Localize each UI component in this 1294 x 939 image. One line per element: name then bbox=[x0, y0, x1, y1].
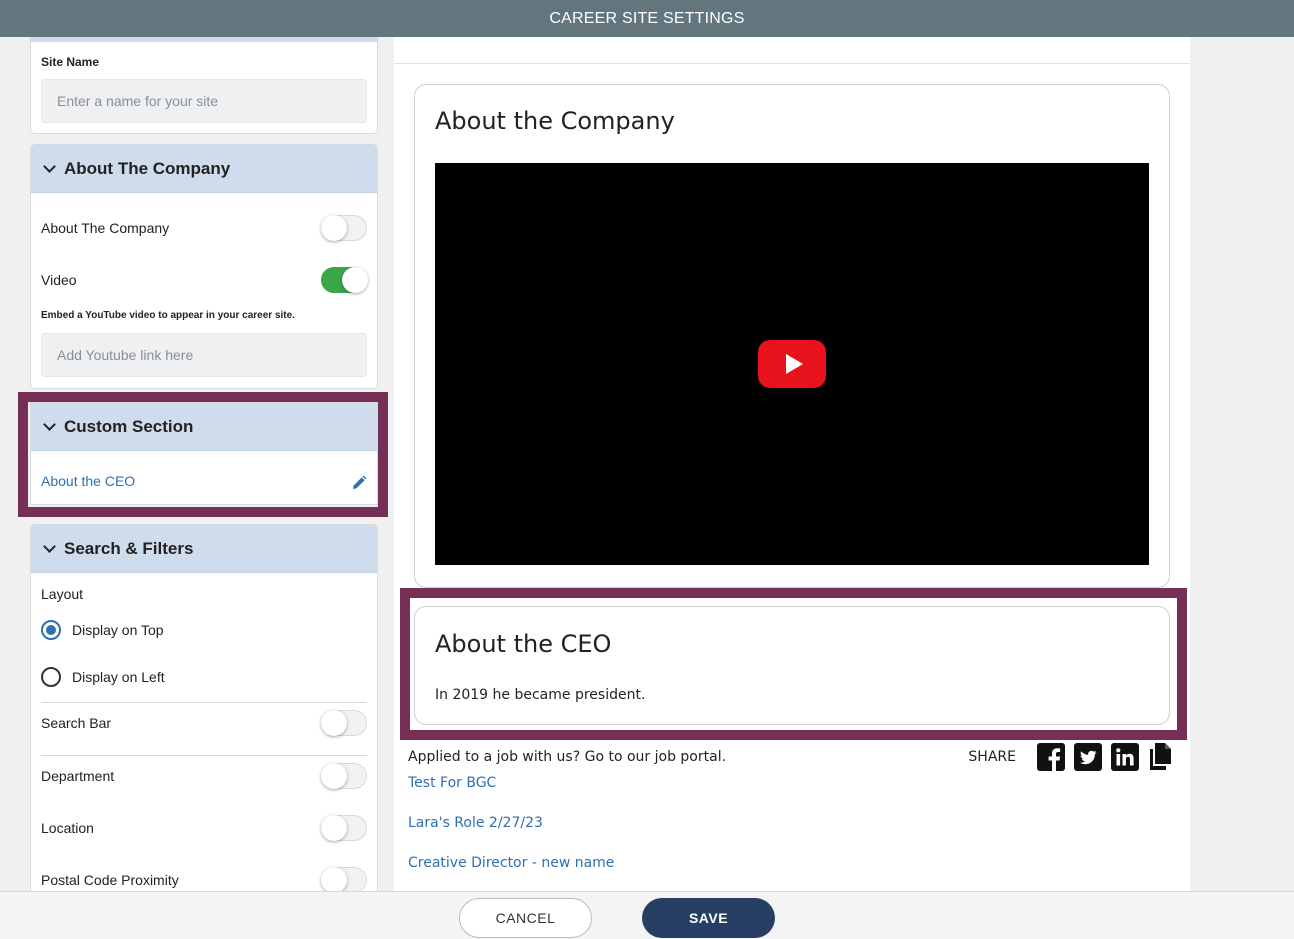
department-row: Department bbox=[41, 761, 367, 791]
about-company-toggle-label: About The Company bbox=[41, 220, 170, 236]
chevron-down-icon bbox=[43, 417, 56, 431]
radio-unselected-icon[interactable] bbox=[41, 667, 61, 687]
facebook-icon[interactable] bbox=[1037, 743, 1065, 771]
job-link-1[interactable]: Test For BGC bbox=[408, 775, 496, 791]
toggle-knob bbox=[321, 867, 347, 891]
radio-display-left[interactable]: Display on Left bbox=[41, 667, 165, 687]
postal-code-row: Postal Code Proximity bbox=[41, 865, 367, 891]
video-hint: Embed a YouTube video to appear in your … bbox=[41, 310, 295, 321]
video-player[interactable] bbox=[435, 163, 1149, 565]
play-triangle bbox=[785, 354, 803, 374]
about-company-toggle-row: About The Company bbox=[41, 213, 367, 243]
postal-code-label: Postal Code Proximity bbox=[41, 872, 179, 888]
chevron-down-icon bbox=[43, 539, 56, 553]
custom-section-header[interactable]: Custom Section bbox=[31, 403, 377, 451]
search-filters-header[interactable]: Search & Filters bbox=[31, 525, 377, 573]
video-toggle[interactable] bbox=[321, 267, 368, 293]
about-company-heading: About The Company bbox=[64, 158, 231, 178]
custom-section-item-link[interactable]: About the CEO bbox=[41, 473, 135, 489]
search-filters-heading: Search & Filters bbox=[64, 538, 194, 558]
site-name-label: Site Name bbox=[41, 55, 100, 69]
site-name-card: Site Name bbox=[30, 37, 378, 134]
location-row: Location bbox=[41, 813, 367, 843]
page-title: CAREER SITE SETTINGS bbox=[549, 9, 745, 27]
divider bbox=[41, 755, 367, 756]
department-label: Department bbox=[41, 768, 115, 784]
youtube-play-icon[interactable] bbox=[758, 340, 826, 388]
ceo-preview-title: About the CEO bbox=[435, 630, 612, 658]
custom-section-heading: Custom Section bbox=[64, 416, 194, 436]
bottom-action-bar: CANCEL SAVE bbox=[0, 891, 1294, 939]
location-toggle[interactable] bbox=[321, 815, 367, 841]
about-company-preview-card: About the Company bbox=[414, 84, 1170, 588]
toggle-knob bbox=[321, 815, 347, 841]
save-button[interactable]: SAVE bbox=[642, 898, 775, 938]
video-toggle-label: Video bbox=[41, 272, 77, 288]
radio-display-top[interactable]: Display on Top bbox=[41, 620, 164, 640]
custom-section-card: Custom Section About the CEO bbox=[30, 402, 378, 505]
toggle-knob bbox=[321, 215, 347, 241]
video-toggle-row: Video bbox=[41, 265, 368, 295]
search-bar-toggle[interactable] bbox=[321, 710, 367, 736]
settings-panel[interactable]: Site Name About The Company About The Co… bbox=[0, 37, 394, 891]
about-company-header[interactable]: About The Company bbox=[31, 145, 377, 193]
search-bar-label: Search Bar bbox=[41, 715, 112, 731]
radio-display-top-label: Display on Top bbox=[72, 622, 164, 638]
share-bar: SHARE bbox=[968, 743, 1174, 771]
ceo-preview-card: About the CEO In 2019 he became presiden… bbox=[414, 606, 1170, 725]
search-filters-card: Search & Filters Layout Display on Top D… bbox=[30, 524, 378, 891]
chevron-down-icon bbox=[43, 159, 56, 173]
toggle-knob bbox=[321, 763, 347, 789]
divider bbox=[394, 63, 1190, 64]
location-label: Location bbox=[41, 820, 94, 836]
job-link-3[interactable]: Creative Director - new name bbox=[408, 855, 614, 871]
postal-code-toggle[interactable] bbox=[321, 867, 367, 891]
divider bbox=[41, 702, 367, 703]
site-preview[interactable]: About the Company About the CEO In 2019 … bbox=[394, 37, 1190, 891]
top-bar: CAREER SITE SETTINGS bbox=[0, 0, 1294, 37]
toggle-knob bbox=[321, 710, 347, 736]
pencil-edit-icon[interactable] bbox=[351, 475, 367, 491]
layout-label: Layout bbox=[41, 586, 84, 602]
linkedin-icon[interactable] bbox=[1111, 743, 1139, 771]
youtube-link-input[interactable] bbox=[41, 333, 367, 377]
twitter-icon[interactable] bbox=[1074, 743, 1102, 771]
copy-link-icon[interactable] bbox=[1148, 743, 1174, 771]
share-label: SHARE bbox=[968, 749, 1016, 765]
about-company-preview-title: About the Company bbox=[435, 107, 675, 135]
about-company-toggle[interactable] bbox=[321, 215, 367, 241]
toggle-knob bbox=[342, 267, 368, 293]
site-name-input[interactable] bbox=[41, 79, 367, 123]
about-company-card: About The Company About The Company Vide… bbox=[30, 144, 378, 389]
job-link-2[interactable]: Lara's Role 2/27/23 bbox=[408, 815, 543, 831]
cancel-button[interactable]: CANCEL bbox=[459, 898, 592, 938]
job-portal-text: Applied to a job with us? Go to our job … bbox=[408, 749, 727, 765]
department-toggle[interactable] bbox=[321, 763, 367, 789]
search-bar-row: Search Bar bbox=[41, 708, 367, 738]
site-name-card-header bbox=[31, 37, 377, 42]
radio-display-left-label: Display on Left bbox=[72, 669, 165, 685]
radio-selected-icon[interactable] bbox=[41, 620, 61, 640]
ceo-preview-text: In 2019 he became president. bbox=[435, 687, 646, 703]
